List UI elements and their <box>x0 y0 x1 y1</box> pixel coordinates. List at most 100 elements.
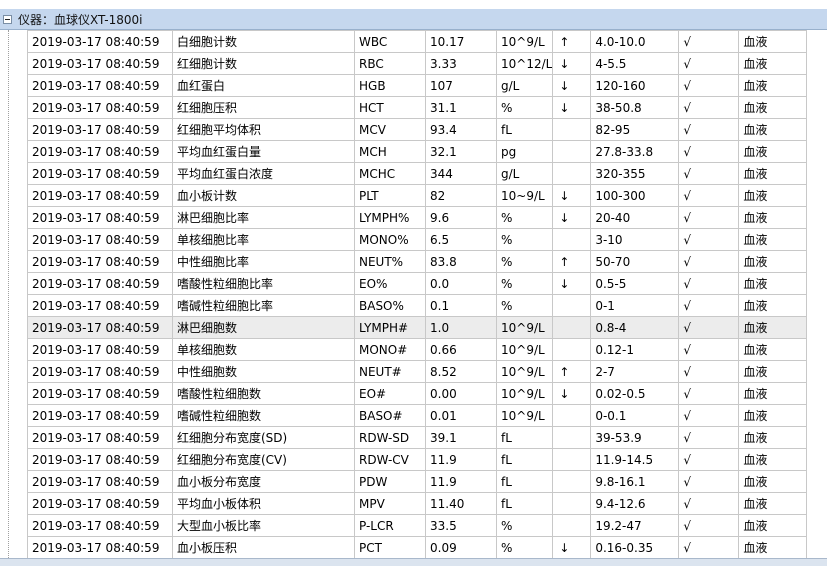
cell-code: BASO% <box>354 294 426 317</box>
cell-time: 2019-03-17 08:40:59 <box>27 448 173 471</box>
cell-reference-range: 0.02-0.5 <box>590 382 680 405</box>
cell-code: MONO# <box>354 338 426 361</box>
table-row[interactable]: 2019-03-17 08:40:59 单核细胞数 MONO# 0.66 10^9/L 0… <box>27 338 808 361</box>
cell-unit: 10^9/L <box>495 30 554 53</box>
cell-time: 2019-03-17 08:40:59 <box>27 316 173 339</box>
table-row[interactable]: 2019-03-17 08:40:59 平均血红蛋白浓度 MCHC 344 g/L 320… <box>27 162 808 185</box>
cell-code: HCT <box>354 96 426 119</box>
collapse-toggle-icon[interactable] <box>3 14 12 24</box>
table-row[interactable]: 2019-03-17 08:40:59 中性细胞数 NEUT# 8.52 10^9/L ↑… <box>27 360 808 383</box>
cell-reference-range: 320-355 <box>590 162 680 185</box>
cell-item-name: 中性细胞数 <box>172 360 355 383</box>
cell-time: 2019-03-17 08:40:59 <box>27 52 173 75</box>
table-row[interactable]: 2019-03-17 08:40:59 嗜碱性粒细胞数 BASO# 0.01 10^9/… <box>27 404 808 427</box>
cell-specimen: 血液 <box>738 96 808 119</box>
cell-time: 2019-03-17 08:40:59 <box>27 294 173 317</box>
cell-unit: g/L <box>495 162 554 185</box>
cell-item-name: 单核细胞数 <box>172 338 355 361</box>
cell-flag-icon: ↑ <box>552 30 592 53</box>
table-row[interactable]: 2019-03-17 08:40:59 血小板分布宽度 PDW 11.9 fL 9.8-1… <box>27 470 808 493</box>
cell-code: LYMPH% <box>354 206 426 229</box>
cell-reference-range: 4-5.5 <box>590 52 680 75</box>
cell-reference-range: 82-95 <box>590 118 680 141</box>
cell-flag-icon <box>552 448 592 471</box>
cell-value: 344 <box>425 162 497 185</box>
table-row[interactable]: 2019-03-17 08:40:59 红细胞分布宽度(SD) RDW-SD 39.1… <box>27 426 808 449</box>
table-row[interactable]: 2019-03-17 08:40:59 平均血小板体积 MPV 11.40 fL 9.4-… <box>27 492 808 515</box>
table-row[interactable]: 2019-03-17 08:40:59 单核细胞比率 MONO% 6.5% 3-10 √ 血… <box>27 228 808 251</box>
table-row[interactable]: 2019-03-17 08:40:59 嗜酸性粒细胞数 EO# 0.00 10^9/L ↓… <box>27 382 808 405</box>
cell-flag-icon: ↓ <box>552 206 592 229</box>
table-row[interactable]: 2019-03-17 08:40:59 平均血红蛋白量 MCH 32.1 pg 27.8-… <box>27 140 808 163</box>
cell-flag-icon <box>552 514 592 537</box>
cell-check-icon: √ <box>678 470 740 493</box>
cell-time: 2019-03-17 08:40:59 <box>27 30 173 53</box>
cell-time: 2019-03-17 08:40:59 <box>27 118 173 141</box>
cell-time: 2019-03-17 08:40:59 <box>27 338 173 361</box>
cell-specimen: 血液 <box>738 52 808 75</box>
cell-reference-range: 20-40 <box>590 206 680 229</box>
cell-value: 8.52 <box>425 360 497 383</box>
cell-value: 31.1 <box>425 96 497 119</box>
cell-unit: fL <box>495 426 554 449</box>
table-row[interactable]: 2019-03-17 08:40:59 淋巴细胞数 LYMPH# 1.0 10^9/L 0… <box>27 316 808 339</box>
cell-item-name: 血小板计数 <box>172 184 355 207</box>
group-header-instrument[interactable]: 仪器：血球仪XT-1800i <box>0 9 827 30</box>
cell-unit: pg <box>495 140 554 163</box>
table-row[interactable]: 2019-03-17 08:40:59 红细胞平均体积 MCV 93.4 fL 82-95… <box>27 118 808 141</box>
cell-time: 2019-03-17 08:40:59 <box>27 140 173 163</box>
cell-unit: % <box>495 250 554 273</box>
cell-unit: % <box>495 206 554 229</box>
cell-time: 2019-03-17 08:40:59 <box>27 360 173 383</box>
cell-flag-icon <box>552 140 592 163</box>
cell-item-name: 红细胞分布宽度(SD) <box>172 426 355 449</box>
cell-check-icon: √ <box>678 514 740 537</box>
table-row[interactable]: 2019-03-17 08:40:59 血红蛋白 HGB 107 g/L ↓ 120-160… <box>27 74 808 97</box>
cell-flag-icon: ↓ <box>552 536 592 559</box>
table-row[interactable]: 2019-03-17 08:40:59 嗜碱性粒细胞比率 BASO% 0.1% 0-1 √… <box>27 294 808 317</box>
cell-check-icon: √ <box>678 536 740 559</box>
table-row[interactable]: 2019-03-17 08:40:59 血小板计数 PLT 82 10~9/L ↓ 100-… <box>27 184 808 207</box>
cell-unit: 10^12/L <box>495 52 554 75</box>
cell-code: RDW-SD <box>354 426 426 449</box>
cell-value: 0.01 <box>425 404 497 427</box>
cell-reference-range: 0.8-4 <box>590 316 680 339</box>
cell-specimen: 血液 <box>738 184 808 207</box>
table-row[interactable]: 2019-03-17 08:40:59 淋巴细胞比率 LYMPH% 9.6% ↓ 20-4… <box>27 206 808 229</box>
cell-reference-range: 4.0-10.0 <box>590 30 680 53</box>
cell-time: 2019-03-17 08:40:59 <box>27 404 173 427</box>
cell-value: 33.5 <box>425 514 497 537</box>
cell-value: 1.0 <box>425 316 497 339</box>
cell-check-icon: √ <box>678 228 740 251</box>
table-row[interactable]: 2019-03-17 08:40:59 大型血小板比率 P-LCR 33.5% 19.2… <box>27 514 808 537</box>
cell-unit: 10~9/L <box>495 184 554 207</box>
cell-code: MONO% <box>354 228 426 251</box>
cell-reference-range: 120-160 <box>590 74 680 97</box>
cell-unit: % <box>495 228 554 251</box>
cell-code: P-LCR <box>354 514 426 537</box>
cell-reference-range: 100-300 <box>590 184 680 207</box>
table-row[interactable]: 2019-03-17 08:40:59 红细胞分布宽度(CV) RDW-CV 11.9… <box>27 448 808 471</box>
cell-item-name: 红细胞分布宽度(CV) <box>172 448 355 471</box>
cell-specimen: 血液 <box>738 140 808 163</box>
cell-time: 2019-03-17 08:40:59 <box>27 272 173 295</box>
cell-value: 3.33 <box>425 52 497 75</box>
cell-time: 2019-03-17 08:40:59 <box>27 184 173 207</box>
cell-flag-icon <box>552 404 592 427</box>
table-row[interactable]: 2019-03-17 08:40:59 血小板压积 PCT 0.09% ↓ 0.16-0.… <box>27 536 808 559</box>
cell-flag-icon: ↑ <box>552 360 592 383</box>
cell-time: 2019-03-17 08:40:59 <box>27 250 173 273</box>
cell-check-icon: √ <box>678 250 740 273</box>
table-row[interactable]: 2019-03-17 08:40:59 中性细胞比率 NEUT% 83.8% ↑ 50-7… <box>27 250 808 273</box>
table-row[interactable]: 2019-03-17 08:40:59 白细胞计数 WBC 10.17 10^9/L ↑ 4… <box>27 30 808 53</box>
cell-unit: fL <box>495 492 554 515</box>
table-row[interactable]: 2019-03-17 08:40:59 嗜酸性粒细胞比率 EO% 0.0% ↓ 0.5-5… <box>27 272 808 295</box>
cell-specimen: 血液 <box>738 30 808 53</box>
cell-unit: fL <box>495 118 554 141</box>
cell-specimen: 血液 <box>738 250 808 273</box>
cell-unit: % <box>495 96 554 119</box>
table-row[interactable]: 2019-03-17 08:40:59 红细胞计数 RBC 3.33 10^12/L ↓ 4… <box>27 52 808 75</box>
cell-code: MPV <box>354 492 426 515</box>
table-row[interactable]: 2019-03-17 08:40:59 红细胞压积 HCT 31.1% ↓ 38-50.8… <box>27 96 808 119</box>
cell-check-icon: √ <box>678 206 740 229</box>
